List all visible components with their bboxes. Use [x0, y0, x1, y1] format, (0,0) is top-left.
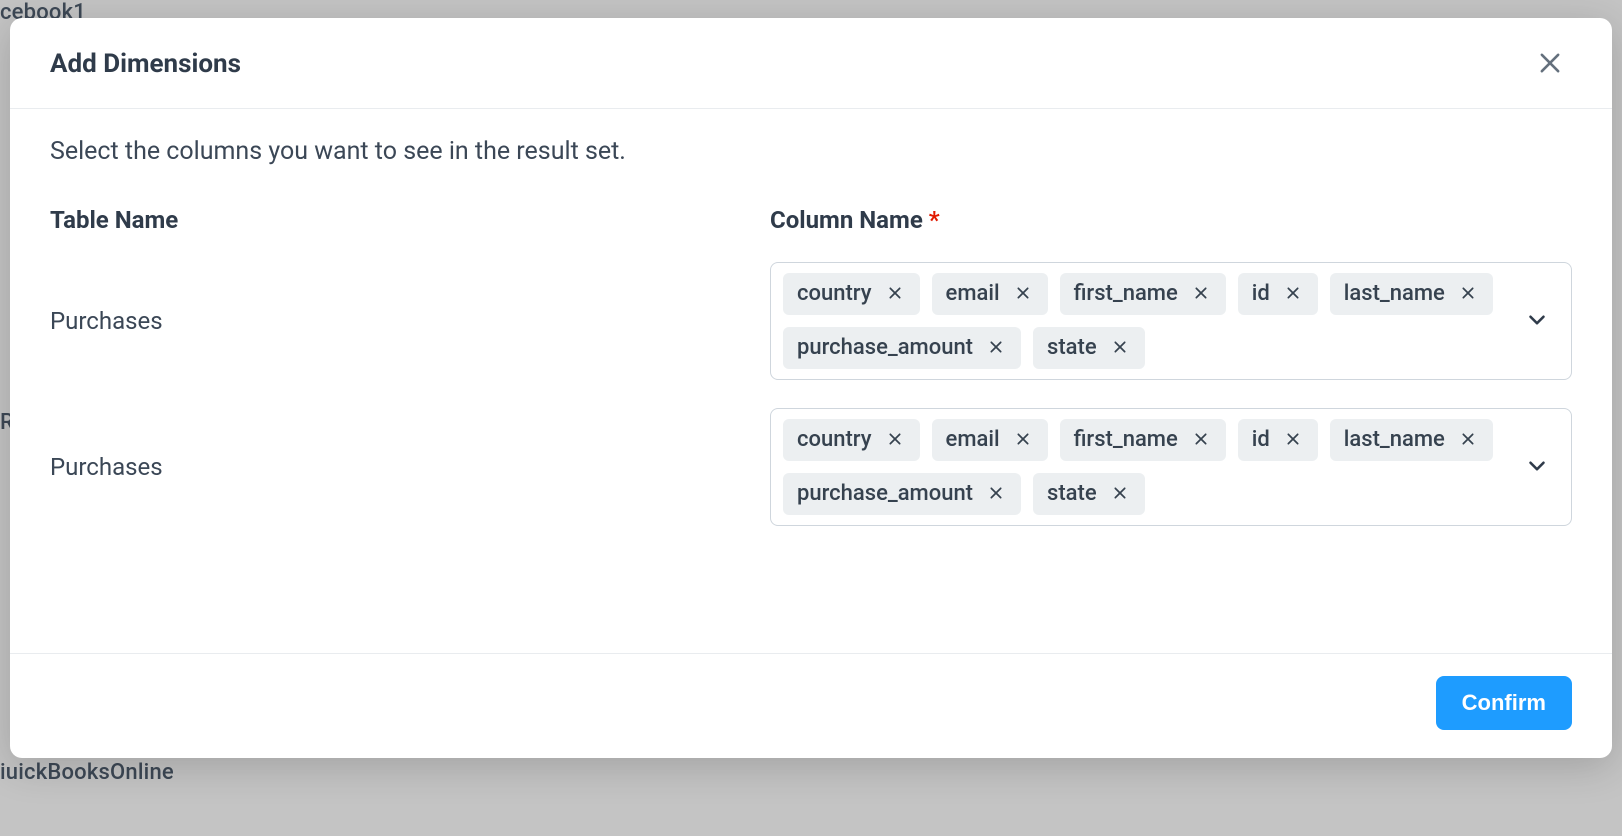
close-icon [887, 285, 903, 304]
column-chip: purchase_amount [783, 327, 1021, 369]
chip-remove-button[interactable] [1012, 283, 1034, 305]
column-chip: email [932, 273, 1048, 315]
column-chip: first_name [1060, 273, 1226, 315]
table-row: Purchases country email first_name id last_na… [50, 408, 1572, 526]
chip-remove-button[interactable] [1190, 283, 1212, 305]
close-icon [887, 431, 903, 450]
close-icon [988, 339, 1004, 358]
chevron-down-icon [1524, 453, 1550, 482]
chip-remove-button[interactable] [1457, 283, 1479, 305]
close-icon [1193, 285, 1209, 304]
column-chip: country [783, 273, 920, 315]
close-icon [988, 485, 1004, 504]
chip-remove-button[interactable] [1109, 483, 1131, 505]
chip-remove-button[interactable] [985, 483, 1007, 505]
close-icon [1112, 485, 1128, 504]
column-chip-label: first_name [1074, 429, 1178, 451]
multiselect-toggle[interactable] [1521, 305, 1553, 337]
close-icon [1015, 431, 1031, 450]
column-chip: first_name [1060, 419, 1226, 461]
column-chip: id [1238, 419, 1318, 461]
column-chip-label: email [946, 429, 1000, 451]
close-icon [1285, 285, 1301, 304]
background-text: iuickBooksOnline [0, 760, 174, 785]
column-chip: state [1033, 327, 1145, 369]
column-chip: state [1033, 473, 1145, 515]
column-chip: last_name [1330, 273, 1493, 315]
column-chip-label: id [1252, 283, 1270, 305]
chip-remove-button[interactable] [1282, 283, 1304, 305]
column-multiselect[interactable]: country email first_name id last_namepurchas… [770, 408, 1572, 526]
chip-remove-button[interactable] [1190, 429, 1212, 451]
chip-remove-button[interactable] [1457, 429, 1479, 451]
column-chip-label: country [797, 429, 872, 451]
chip-remove-button[interactable] [884, 283, 906, 305]
column-chip-label: first_name [1074, 283, 1178, 305]
close-icon [1112, 339, 1128, 358]
chip-remove-button[interactable] [1109, 337, 1131, 359]
header-column-name: Column Name* [770, 206, 1572, 234]
modal-title: Add Dimensions [50, 49, 241, 79]
chip-remove-button[interactable] [884, 429, 906, 451]
table-row: Purchases country email first_name id last_na… [50, 262, 1572, 380]
column-chip: last_name [1330, 419, 1493, 461]
column-chip: country [783, 419, 920, 461]
column-chip-label: country [797, 283, 872, 305]
table-name-label: Purchases [50, 453, 770, 481]
column-chip-label: purchase_amount [797, 337, 973, 359]
required-star: * [929, 206, 940, 234]
close-icon [1460, 431, 1476, 450]
column-chip: id [1238, 273, 1318, 315]
rows-container: Purchasescountryemailfirst_nameidlast_na… [50, 262, 1572, 526]
column-chip-label: email [946, 283, 1000, 305]
header-column-name-text: Column Name [770, 206, 923, 234]
column-chip: purchase_amount [783, 473, 1021, 515]
chip-remove-button[interactable] [1012, 429, 1034, 451]
column-chip-label: state [1047, 337, 1097, 359]
close-icon [1536, 49, 1564, 80]
close-icon [1015, 285, 1031, 304]
chip-remove-button[interactable] [1282, 429, 1304, 451]
add-dimensions-modal: Add Dimensions Select the columns you wa… [10, 18, 1612, 758]
column-chip-label: id [1252, 429, 1270, 451]
modal-footer: Confirm [10, 653, 1612, 758]
column-chip-label: last_name [1344, 429, 1445, 451]
modal-subtitle: Select the columns you want to see in th… [50, 137, 1572, 166]
columns-header: Table Name Column Name* [50, 206, 1572, 234]
header-table-name: Table Name [50, 206, 770, 234]
column-chip-label: last_name [1344, 283, 1445, 305]
column-chip: email [932, 419, 1048, 461]
chip-remove-button[interactable] [985, 337, 1007, 359]
close-button[interactable] [1528, 42, 1572, 86]
confirm-button[interactable]: Confirm [1436, 676, 1572, 730]
chevron-down-icon [1524, 307, 1550, 336]
multiselect-toggle[interactable] [1521, 451, 1553, 483]
column-chip-label: purchase_amount [797, 483, 973, 505]
close-icon [1460, 285, 1476, 304]
table-name-label: Purchases [50, 307, 770, 335]
close-icon [1285, 431, 1301, 450]
close-icon [1193, 431, 1209, 450]
column-chip-label: state [1047, 483, 1097, 505]
modal-body: Select the columns you want to see in th… [10, 109, 1612, 653]
modal-header: Add Dimensions [10, 18, 1612, 109]
column-multiselect[interactable]: country email first_name id last_namepurchas… [770, 262, 1572, 380]
